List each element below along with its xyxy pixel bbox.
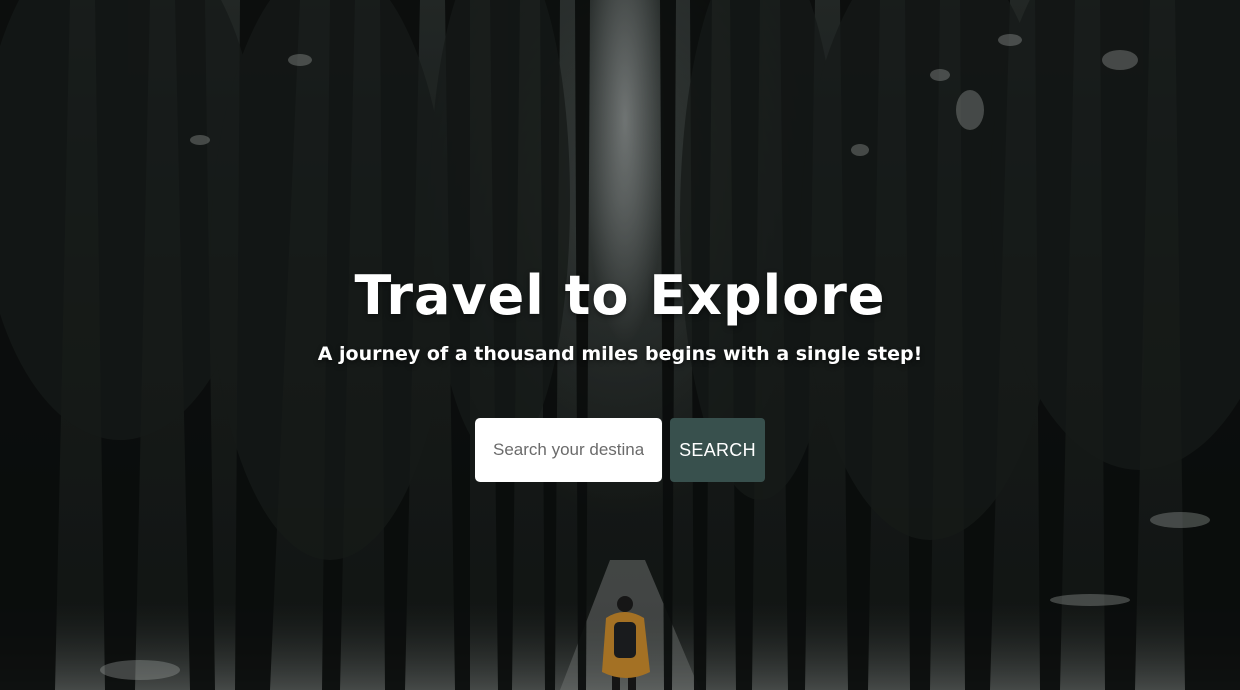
- search-button[interactable]: SEARCH: [670, 418, 765, 482]
- destination-search-input[interactable]: [475, 418, 662, 482]
- hero-content: Travel to Explore A journey of a thousan…: [0, 262, 1240, 482]
- hero-subtitle: A journey of a thousand miles begins wit…: [317, 343, 923, 365]
- search-bar: SEARCH: [0, 418, 1240, 482]
- hero-section: Travel to Explore A journey of a thousan…: [0, 0, 1240, 690]
- hero-title: Travel to Explore: [354, 264, 886, 327]
